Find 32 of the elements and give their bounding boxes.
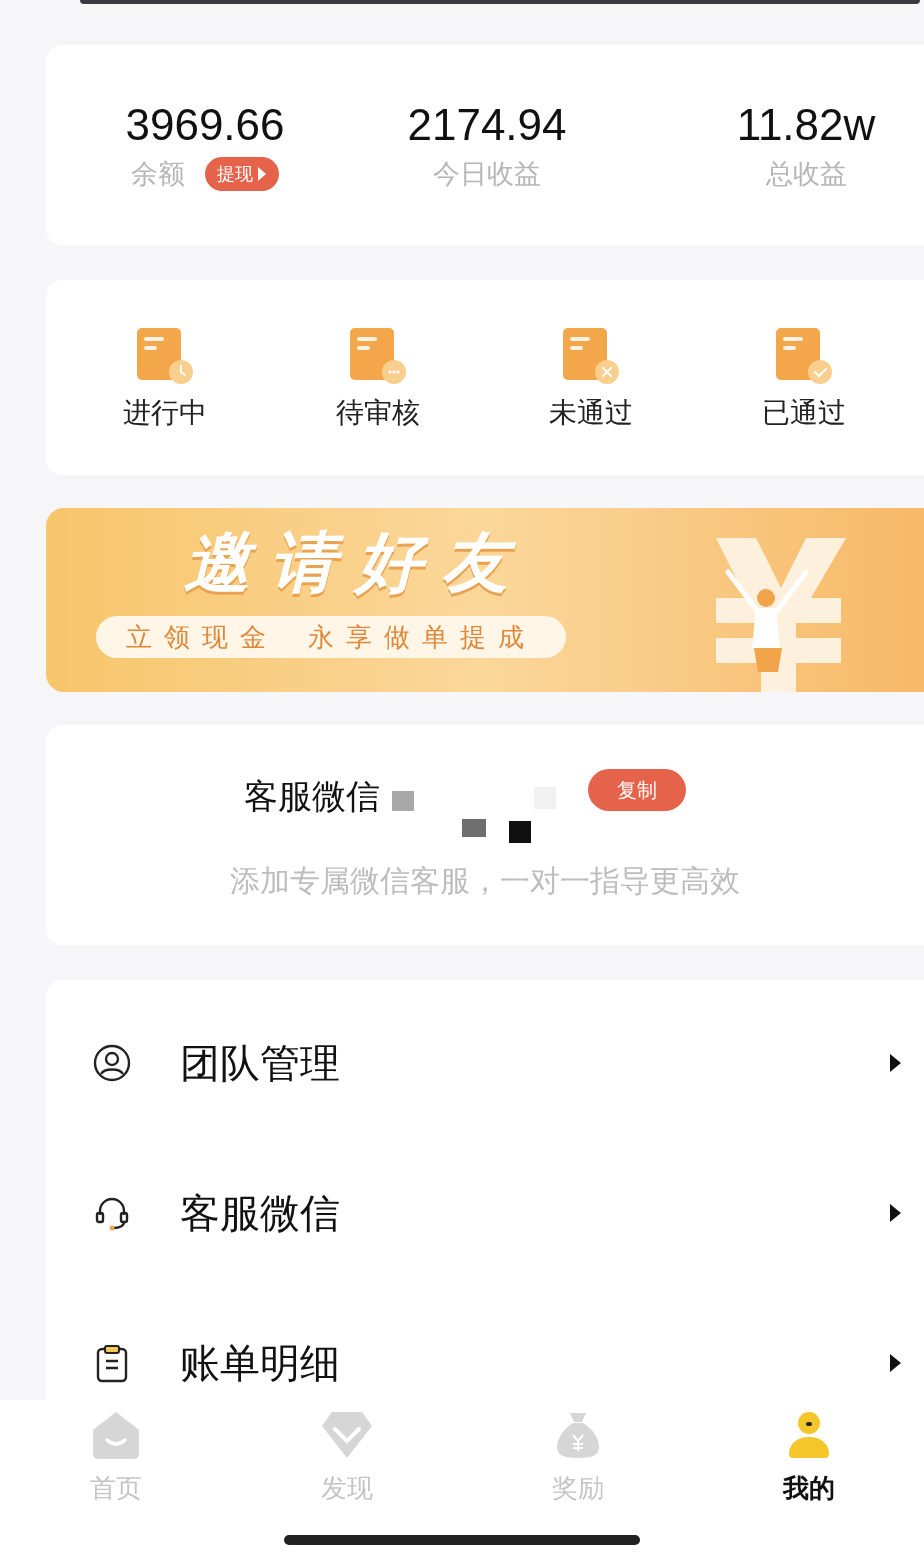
arrow-right-icon xyxy=(888,1202,902,1224)
menu-label: 团队管理 xyxy=(180,1040,340,1087)
menu-label: 客服微信 xyxy=(180,1190,340,1237)
stat-value: 3969.66 xyxy=(125,99,285,151)
hint-text: 添加专属微信客服，一对一指导更高效 xyxy=(230,863,740,899)
menu-label: 账单明细 xyxy=(180,1340,340,1387)
arrow-right-icon xyxy=(888,1352,902,1374)
menu-row[interactable]: 团队管理 xyxy=(46,988,924,1138)
tab[interactable]: 我的 xyxy=(693,1400,924,1525)
wechat-label: 客服微信 xyxy=(244,776,380,817)
stat-label: 余额 xyxy=(131,158,185,191)
document-icon xyxy=(347,325,408,386)
stat-value: 11.82w xyxy=(736,99,876,151)
document-icon xyxy=(134,325,195,386)
home-icon[interactable] xyxy=(90,1410,141,1460)
banner-subtitle: 立领现金 永享做单提成 xyxy=(96,616,566,658)
document-icon xyxy=(773,325,834,386)
status-item[interactable]: 未通过 xyxy=(484,325,697,430)
stat-label: 今日收益 xyxy=(433,158,541,191)
menu-row[interactable]: 客服微信 xyxy=(46,1138,924,1288)
status-item[interactable]: 进行中 xyxy=(58,325,271,430)
status-item[interactable]: 待审核 xyxy=(271,325,484,430)
banner-title: 邀请好友 xyxy=(184,524,528,601)
arrow-right-icon xyxy=(888,1052,902,1074)
stat-label: 总收益 xyxy=(765,158,847,191)
play-icon xyxy=(257,166,267,182)
diamond-icon[interactable] xyxy=(319,1410,374,1460)
user-circle-icon xyxy=(92,1043,132,1083)
stat-value: 2174.94 xyxy=(407,99,567,151)
status-item[interactable]: 已通过 xyxy=(697,325,910,430)
document-icon xyxy=(560,325,621,386)
menu-row[interactable]: 账单明细 xyxy=(46,1288,924,1400)
